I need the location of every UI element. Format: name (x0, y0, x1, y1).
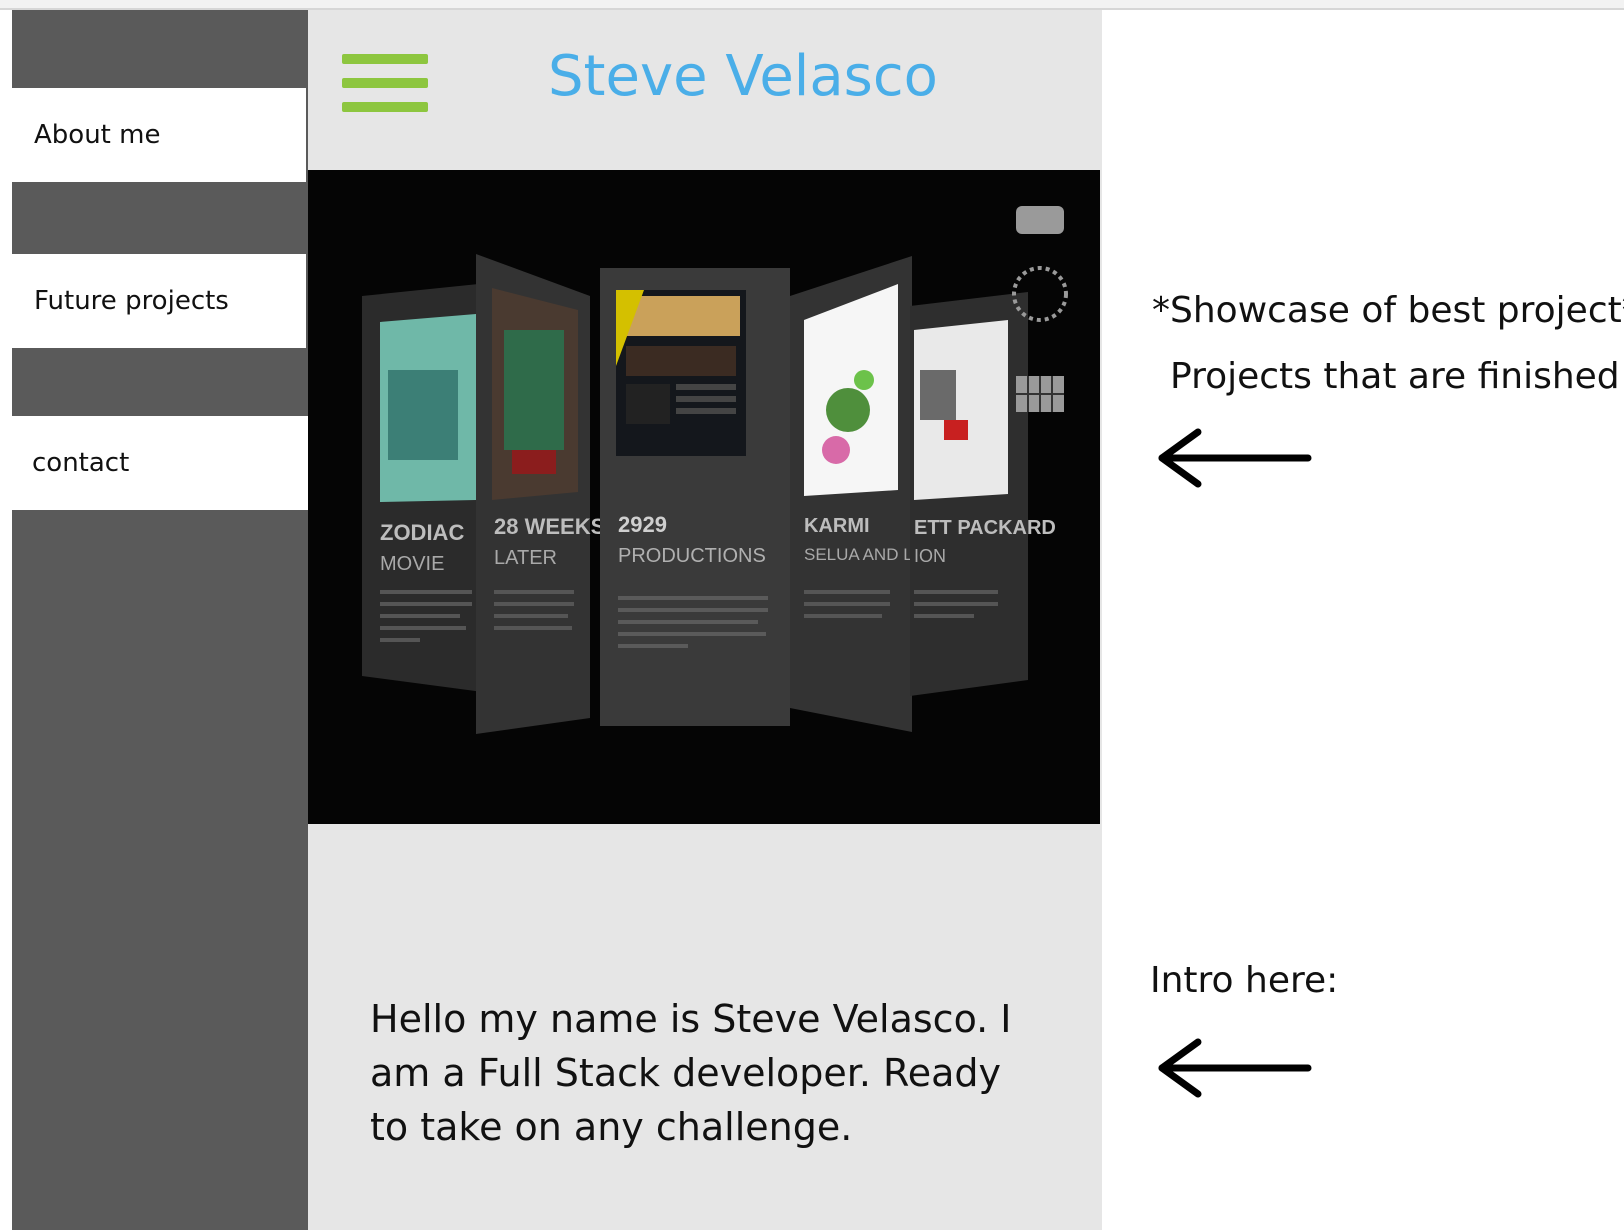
intro-text: Hello my name is Steve Velasco. I am a F… (370, 997, 1012, 1149)
carousel-image: ZODIAC MOVIE 28 WEEKS LATER 2929 PRODUCT… (308, 170, 1100, 824)
card-subtitle: PRODUCTIONS (618, 545, 766, 567)
hamburger-menu-icon[interactable] (342, 54, 428, 114)
sidebar-item-about-me[interactable]: About me (12, 88, 306, 182)
site-title: Steve Velasco (548, 44, 938, 109)
card-subtitle: LATER (494, 547, 557, 569)
annotation-intro-here: Intro here: (1150, 960, 1339, 1001)
card-title: 28 WEEKS (494, 514, 605, 539)
card-title: ETT PACKARD (914, 517, 1056, 539)
left-arrow-icon (1158, 1038, 1312, 1098)
main-panel: Steve Velasco ZODIAC MOVIE 28 WEEKS LATE… (308, 10, 1102, 1230)
site-header: Steve Velasco (308, 10, 1102, 170)
card-subtitle: MOVIE (380, 553, 444, 575)
left-arrow-icon (1158, 428, 1312, 488)
sidebar: About me Future projects contact (12, 10, 308, 1230)
annotation-showcase: *Showcase of best project* (1152, 290, 1624, 331)
sidebar-item-label: contact (32, 448, 130, 478)
project-carousel[interactable]: ZODIAC MOVIE 28 WEEKS LATER 2929 PRODUCT… (308, 170, 1100, 824)
card-subtitle: ION (914, 546, 946, 566)
menu-bar (342, 78, 428, 88)
browser-top-edge (0, 0, 1624, 10)
annotation-finished-projects: Projects that are finished (1170, 356, 1620, 397)
project-card[interactable]: 28 WEEKS LATER (476, 254, 605, 734)
sidebar-item-future-projects[interactable]: Future projects (12, 254, 306, 348)
menu-bar (342, 102, 428, 112)
sidebar-item-contact[interactable]: contact (12, 416, 308, 510)
sidebar-item-label: About me (34, 120, 161, 150)
card-title: KARMI (804, 515, 870, 537)
card-title: 2929 (618, 512, 667, 537)
menu-bar (342, 54, 428, 64)
sidebar-item-label: Future projects (34, 286, 229, 316)
project-card[interactable]: 2929 PRODUCTIONS (600, 268, 790, 726)
card-title: ZODIAC (380, 520, 464, 545)
